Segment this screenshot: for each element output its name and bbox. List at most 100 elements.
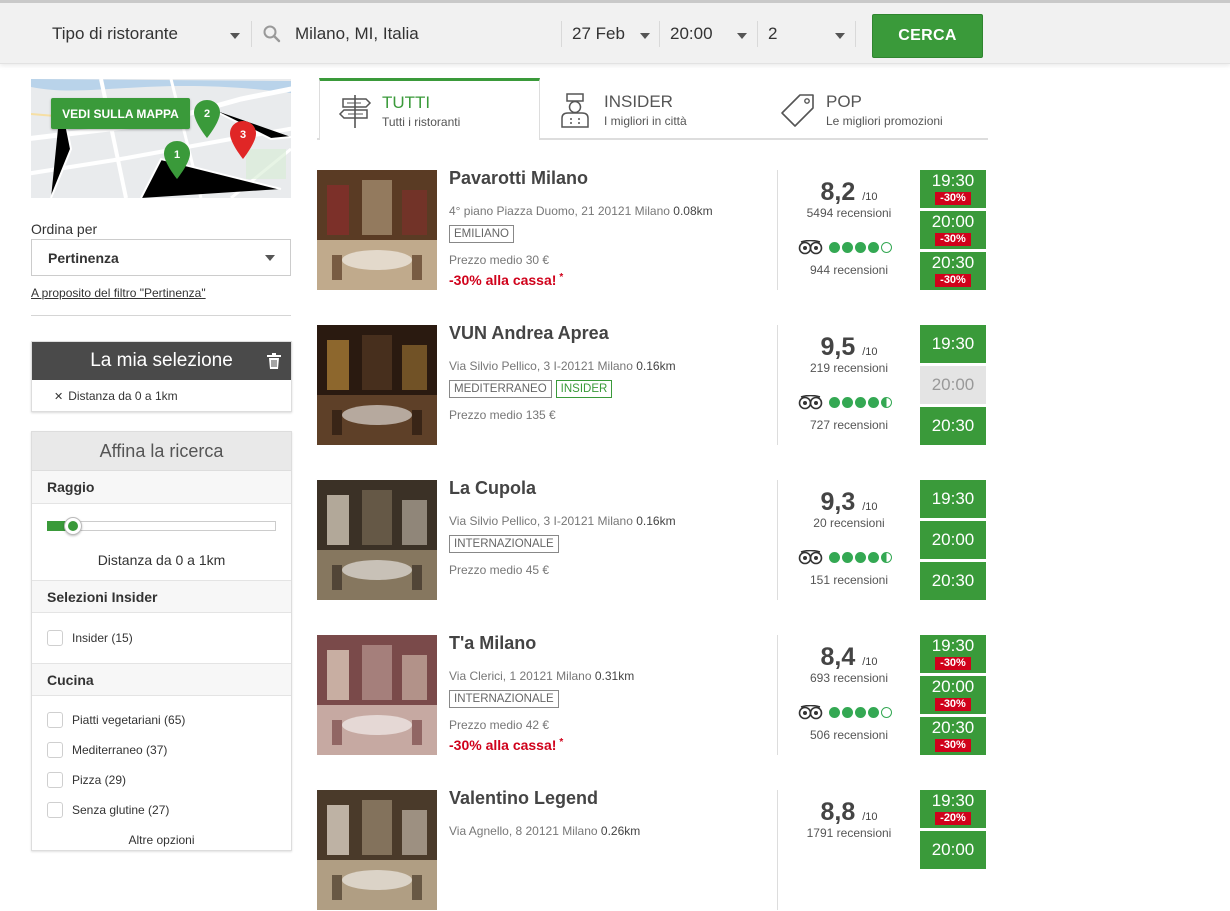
restaurant-card[interactable]: VUN Andrea Aprea Via Silvio Pellico, 3 I…	[317, 323, 987, 446]
cuisine-option[interactable]: Pizza (29)	[32, 765, 291, 795]
more-options-link[interactable]: Altre opzioni	[32, 833, 291, 847]
rating-max: /10	[862, 656, 878, 668]
time-slot-button[interactable]: 19:30	[920, 480, 986, 518]
divider	[855, 21, 856, 47]
restaurant-photo[interactable]	[317, 480, 437, 600]
rating-bubble	[868, 707, 879, 718]
time-slot-button[interactable]: 19:30 -20%	[920, 790, 986, 828]
map-preview[interactable]: VEDI SULLA MAPPA 2 3 1	[31, 79, 291, 198]
time-slot-button[interactable]: 20:00 -30%	[920, 211, 986, 249]
restaurant-card[interactable]: La Cupola Via Silvio Pellico, 3 I-20121 …	[317, 478, 987, 601]
rating-bubble	[842, 242, 853, 253]
cuisine-option-label: Piatti vegetariani (65)	[72, 713, 186, 727]
insider-section-title: Selezioni Insider	[32, 580, 291, 613]
discount-badge: -20%	[935, 812, 971, 825]
restaurant-card[interactable]: Valentino Legend Via Agnello, 8 20121 Mi…	[317, 788, 987, 911]
rating-bubble	[829, 707, 840, 718]
restaurant-photo[interactable]	[317, 635, 437, 755]
restaurant-name[interactable]: Pavarotti Milano	[449, 168, 588, 189]
chevron-down-icon	[737, 33, 747, 39]
tab-all[interactable]: TUTTI Tutti i ristoranti	[319, 78, 540, 140]
time-slot-button[interactable]: 20:00	[920, 521, 986, 559]
cuisine-option-label: Senza glutine (27)	[72, 803, 170, 817]
distance-text: 0.26km	[600, 824, 641, 838]
time-slot-button[interactable]: 20:30 -30%	[920, 252, 986, 290]
time-slot-label: 20:00	[931, 677, 975, 696]
sort-select[interactable]: Pertinenza	[31, 239, 291, 276]
tripadvisor-rating	[798, 550, 894, 565]
time-slot-button[interactable]: 20:30	[920, 407, 986, 445]
map-pin-icon[interactable]: 2	[193, 99, 221, 139]
restaurant-photo[interactable]	[317, 325, 437, 445]
restaurant-name[interactable]: La Cupola	[449, 478, 536, 499]
time-select[interactable]: 20:00	[660, 3, 756, 64]
time-slot-button[interactable]: 20:00	[920, 831, 986, 869]
checkbox[interactable]	[47, 712, 63, 728]
tripadvisor-rating	[798, 395, 894, 410]
distance-text: 0.31km	[594, 669, 635, 683]
tab-pop-title: POP	[826, 91, 862, 111]
rating-score: 8,8 /10	[787, 798, 911, 827]
cuisine-option[interactable]: Senza glutine (27)	[32, 795, 291, 825]
checkbox[interactable]	[47, 772, 63, 788]
time-slot-button[interactable]: 19:30 -30%	[920, 170, 986, 208]
review-count: 20 recensioni	[813, 516, 885, 530]
distance-text: 0.16km	[636, 514, 676, 528]
restaurant-type-select[interactable]: Tipo di ristorante	[34, 3, 246, 64]
location-input[interactable]: Milano, MI, Italia	[262, 3, 557, 64]
people-select[interactable]: 2	[758, 3, 854, 64]
checkbox[interactable]	[47, 802, 63, 818]
restaurant-photo[interactable]	[317, 170, 437, 290]
search-button[interactable]: CERCA	[872, 14, 983, 58]
tag-list: EMILIANO	[449, 225, 514, 243]
date-select[interactable]: 27 Feb	[562, 3, 658, 64]
rating-bubble	[842, 552, 853, 563]
time-slot-button[interactable]: 20:30 -30%	[920, 717, 986, 755]
signpost-icon	[338, 94, 372, 128]
cuisine-option[interactable]: Mediterraneo (37)	[32, 735, 291, 765]
restaurant-photo[interactable]	[317, 790, 437, 910]
time-slot-button[interactable]: 20:00 -30%	[920, 676, 986, 714]
selection-chip[interactable]: ✕ Distanza da 0 a 1km	[32, 380, 291, 412]
chevron-down-icon	[230, 33, 240, 39]
cuisine-section-title: Cucina	[32, 663, 291, 696]
radius-slider-handle[interactable]	[64, 517, 82, 535]
checkbox[interactable]	[47, 742, 63, 758]
close-icon[interactable]: ✕	[54, 390, 63, 403]
rating-bubble	[881, 242, 892, 253]
map-pin-icon[interactable]: 1	[163, 140, 191, 180]
discount-badge: -30%	[935, 192, 971, 205]
rating-score: 8,4 /10	[787, 643, 911, 672]
discount-badge: -30%	[935, 739, 971, 752]
trash-icon[interactable]	[267, 353, 281, 369]
rating-bubble	[855, 552, 866, 563]
discount-badge: -30%	[935, 274, 971, 287]
cuisine-option[interactable]: Piatti vegetariani (65)	[32, 705, 291, 735]
cuisine-tag: INTERNAZIONALE	[449, 690, 559, 708]
insider-option[interactable]: Insider (15)	[32, 623, 291, 653]
restaurant-card[interactable]: Pavarotti Milano 4° piano Piazza Duomo, …	[317, 168, 987, 291]
address-text: Via Clerici, 1 20121 Milano	[449, 669, 592, 683]
rating-bubble	[868, 397, 879, 408]
time-slot-label: 20:00	[931, 212, 975, 231]
review-count: 693 recensioni	[809, 671, 889, 685]
checkbox[interactable]	[47, 630, 63, 646]
time-slot-button[interactable]: 20:30	[920, 562, 986, 600]
restaurant-name[interactable]: T'a Milano	[449, 633, 536, 654]
tripadvisor-review-count: 506 recensioni	[809, 728, 889, 742]
time-slot-button[interactable]: 19:30 -30%	[920, 635, 986, 673]
map-pin-icon[interactable]: 3	[229, 120, 257, 160]
restaurant-name[interactable]: VUN Andrea Aprea	[449, 323, 609, 344]
results-tabs: TUTTI Tutti i ristoranti INSIDER I miglior…	[317, 78, 988, 140]
search-bar: Tipo di ristorante Milano, MI, Italia 27…	[0, 0, 1230, 64]
restaurant-card[interactable]: T'a Milano Via Clerici, 1 20121 Milano 0…	[317, 633, 987, 756]
tab-insider[interactable]: INSIDER I migliori in città	[557, 79, 772, 140]
chevron-down-icon	[265, 255, 275, 261]
sort-info-link[interactable]: A proposito del filtro "Pertinenza"	[31, 286, 206, 300]
time-slot-button[interactable]: 19:30	[920, 325, 986, 363]
view-on-map-button[interactable]: VEDI SULLA MAPPA	[51, 98, 190, 129]
divider	[777, 790, 778, 910]
tab-pop[interactable]: POP Le migliori promozioni	[780, 79, 988, 140]
time-slot-label: 20:30	[931, 416, 975, 435]
restaurant-name[interactable]: Valentino Legend	[449, 788, 598, 809]
